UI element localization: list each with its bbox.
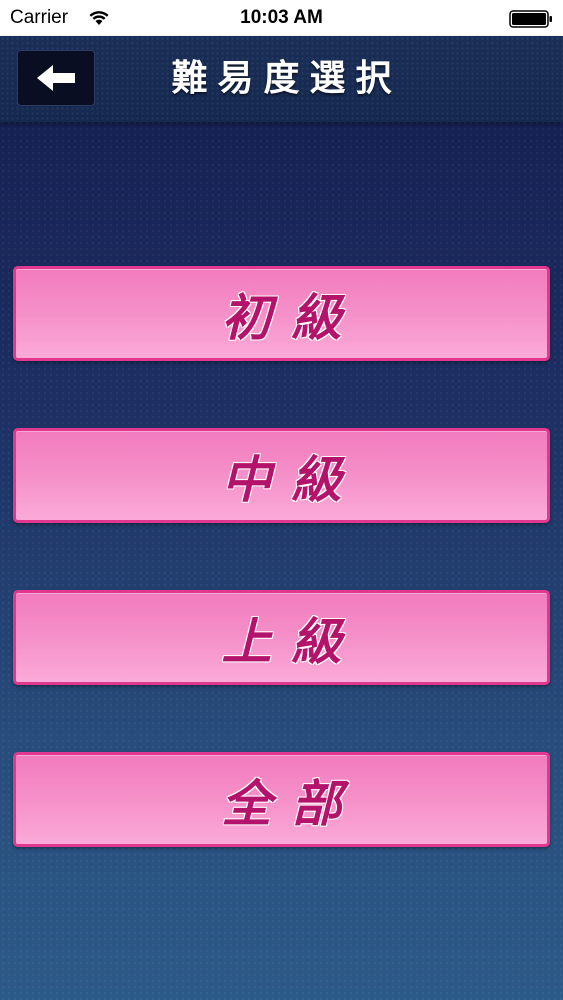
beginner-level-button[interactable]: 初級 [13, 266, 550, 361]
all-levels-button[interactable]: 全部 [13, 752, 550, 847]
advanced-level-label: 上級 [221, 612, 362, 671]
status-bar: Carrier 10:03 AM [0, 0, 563, 36]
difficulty-select-screen: Carrier 10:03 AM 難易度選択 初級 中級 上級 全部 [0, 0, 563, 1000]
status-time: 10:03 AM [240, 7, 323, 28]
intermediate-level-button[interactable]: 中級 [13, 428, 550, 523]
all-levels-label: 全部 [221, 774, 362, 833]
page-title: 難易度選択 [171, 58, 402, 99]
advanced-level-button[interactable]: 上級 [13, 590, 550, 685]
header-bar: 難易度選択 [0, 36, 563, 122]
intermediate-level-label: 中級 [221, 450, 362, 509]
beginner-level-label: 初級 [221, 288, 362, 347]
battery-icon [509, 10, 552, 28]
